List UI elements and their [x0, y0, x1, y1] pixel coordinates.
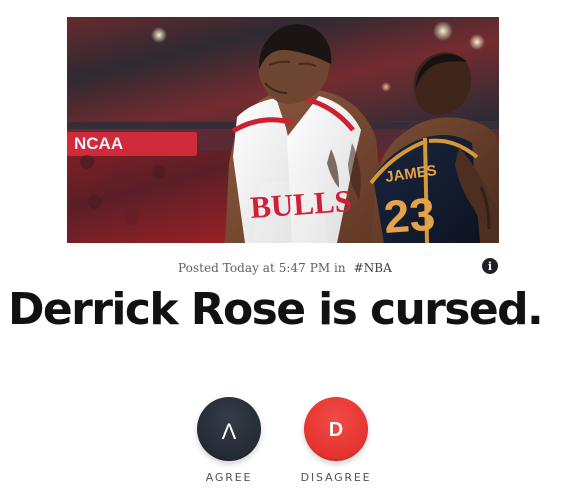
post-photo: NCAA BULLS JAMES 23	[67, 17, 499, 243]
jersey-front-text: BULLS	[249, 183, 353, 225]
info-icon-glyph: i	[487, 259, 493, 273]
disagree-button[interactable]: D	[304, 397, 368, 461]
agree-control: Λ AGREE	[183, 397, 275, 489]
basketball-photo-scene: NCAA BULLS JAMES 23	[67, 17, 499, 243]
agree-button[interactable]: Λ	[197, 397, 261, 461]
disagree-control: D DISAGREE	[290, 397, 382, 489]
arena-banner-text: NCAA	[74, 134, 123, 153]
post-hashtag-link[interactable]: #NBA	[354, 261, 392, 275]
disagree-icon: D	[328, 419, 344, 441]
agree-icon: Λ	[221, 419, 237, 444]
vote-controls: Λ AGREE D DISAGREE	[0, 397, 572, 497]
disagree-label[interactable]: DISAGREE	[290, 471, 382, 484]
jersey-back-number-text: 23	[382, 188, 437, 243]
info-icon[interactable]: i	[482, 258, 498, 274]
post-headline: Derrick Rose is cursed.	[8, 284, 544, 335]
post-timestamp-meta: Posted Today at 5:47 PM in #NBA	[178, 261, 392, 275]
agree-label[interactable]: AGREE	[183, 471, 275, 484]
post-meta-prefix: Posted Today at 5:47 PM in	[178, 261, 346, 275]
